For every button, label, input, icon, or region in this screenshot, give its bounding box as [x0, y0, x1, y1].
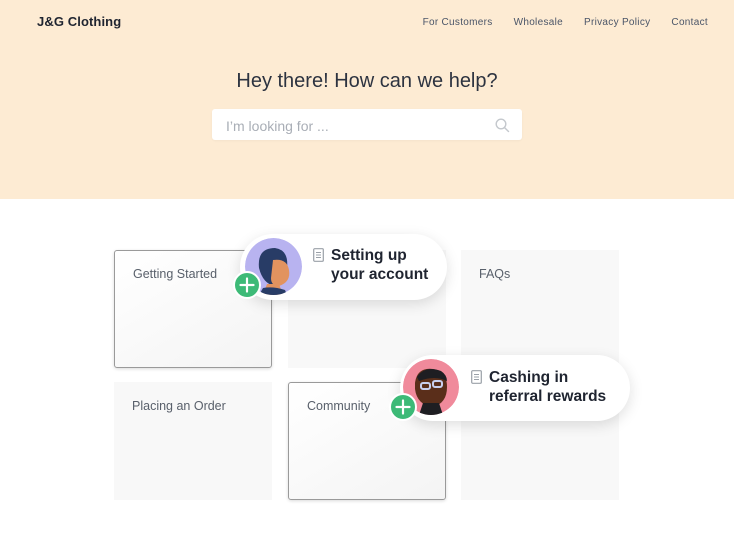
search-input[interactable] [224, 109, 478, 142]
hero-banner: J&G Clothing For Customers Wholesale Pri… [0, 0, 734, 199]
brand-logo[interactable]: J&G Clothing [37, 14, 121, 29]
nav-link-wholesale[interactable]: Wholesale [514, 17, 563, 28]
card-label: FAQs [479, 267, 511, 281]
card-label: Placing an Order [132, 399, 226, 413]
page-headline: Hey there! How can we help? [236, 70, 498, 92]
card-placing-order[interactable]: Placing an Order [114, 382, 272, 500]
document-icon [313, 248, 324, 262]
bubble-title-line1: Setting up [331, 247, 407, 264]
search-icon[interactable] [495, 118, 510, 133]
nav-link-contact[interactable]: Contact [671, 17, 708, 28]
bubble-title-line2: your account [331, 266, 429, 283]
bubble-title-line2: referral rewards [489, 388, 607, 405]
nav-link-for-customers[interactable]: For Customers [423, 17, 493, 28]
nav-link-privacy-policy[interactable]: Privacy Policy [584, 17, 650, 28]
card-label: Getting Started [133, 267, 218, 281]
add-button[interactable] [389, 393, 417, 421]
top-nav: For Customers Wholesale Privacy Policy C… [423, 17, 708, 28]
document-icon [471, 370, 482, 384]
bubble-title-line1: Cashing in [489, 369, 569, 386]
search-box[interactable] [212, 109, 522, 142]
plus-icon [239, 277, 255, 293]
plus-icon [395, 399, 411, 415]
add-button[interactable] [233, 271, 261, 299]
card-faqs[interactable]: FAQs [461, 250, 619, 368]
card-label: Community [307, 399, 371, 413]
